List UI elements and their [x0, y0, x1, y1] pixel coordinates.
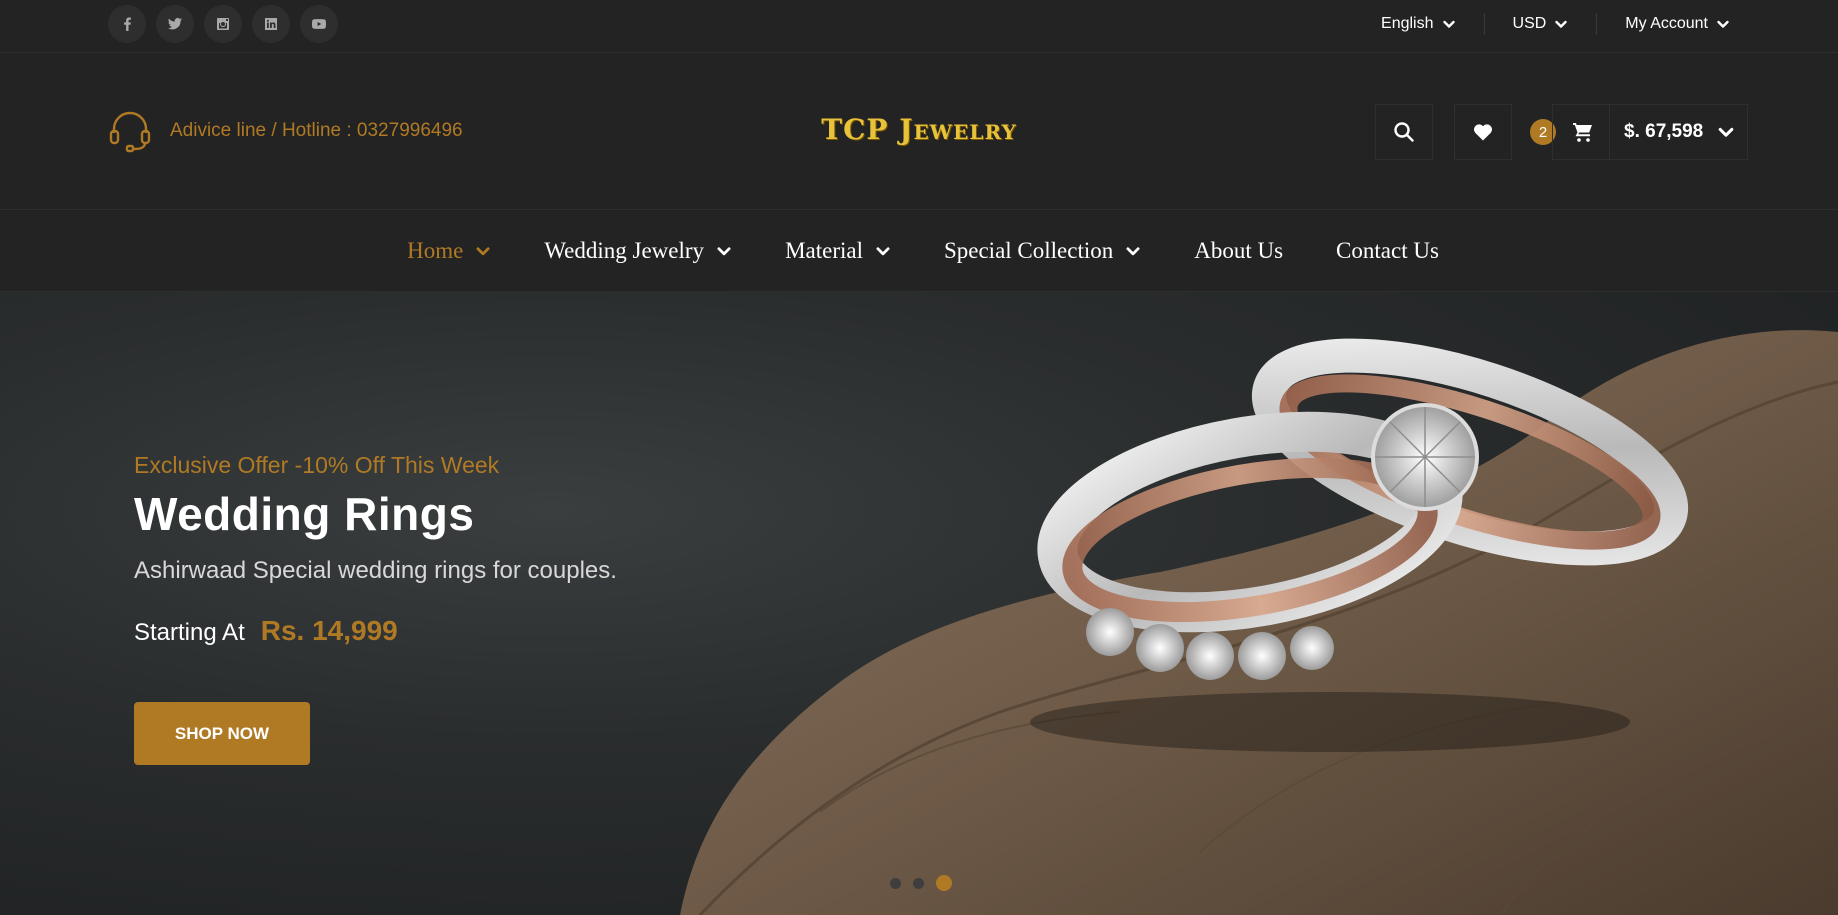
slider-dot[interactable] [913, 877, 924, 889]
nav-material[interactable]: Material [785, 238, 891, 264]
currency-label: USD [1512, 15, 1547, 32]
main-nav: Home Wedding Jewelry Material Special Co… [0, 210, 1838, 292]
currency-selector[interactable]: USD [1483, 13, 1597, 35]
slider-dot-active[interactable] [936, 875, 952, 891]
slider-dot[interactable] [890, 877, 901, 889]
hero-slider: Exclusive Offer -10% Off This Week Weddi… [0, 292, 1838, 915]
cart-button[interactable]: 2 $. 67,598 [1530, 104, 1749, 160]
hero-subtitle: Ashirwaad Special wedding rings for coup… [134, 557, 617, 584]
hero-title: Wedding Rings [134, 488, 475, 540]
language-label: English [1381, 15, 1434, 32]
hero-offer: Exclusive Offer -10% Off This Week [134, 452, 500, 478]
main-header: Adivice line / Hotline : 0327996496 TCP … [0, 53, 1838, 210]
chevron-down-icon [717, 246, 731, 255]
heart-icon [1473, 124, 1493, 141]
nav-contact-us[interactable]: Contact Us [1336, 238, 1439, 264]
nav-label: Home [407, 237, 464, 263]
nav-label: Material [785, 237, 863, 263]
chevron-down-icon [876, 246, 890, 255]
nav-label: Contact Us [1336, 237, 1439, 263]
cart-total: $. 67,598 [1624, 121, 1704, 142]
chevron-down-icon [1718, 127, 1734, 137]
top-bar: English USD My Account [0, 0, 1838, 53]
chevron-down-icon [476, 246, 490, 255]
twitter-icon[interactable] [156, 5, 194, 43]
language-selector[interactable]: English [1353, 13, 1483, 35]
instagram-icon[interactable] [204, 5, 242, 43]
top-right-menu: English USD My Account [1353, 0, 1730, 48]
hero-content: Exclusive Offer -10% Off This Week Weddi… [134, 452, 617, 765]
chevron-down-icon [1126, 246, 1140, 255]
nav-home[interactable]: Home [407, 238, 491, 264]
nav-label: Wedding Jewelry [544, 237, 705, 263]
cart-box: $. 67,598 [1552, 104, 1749, 160]
nav-special-collection[interactable]: Special Collection [944, 238, 1141, 264]
price-row: Starting At Rs. 14,999 [134, 615, 617, 647]
facebook-icon[interactable] [108, 5, 146, 43]
nav-label: Special Collection [943, 237, 1114, 263]
nav-about-us[interactable]: About Us [1194, 238, 1283, 264]
chevron-down-icon [1442, 20, 1455, 28]
youtube-icon[interactable] [300, 5, 338, 43]
search-button[interactable] [1375, 104, 1433, 160]
hero-price: Rs. 14,999 [260, 615, 398, 646]
account-label: My Account [1625, 15, 1708, 32]
social-links [108, 5, 338, 43]
account-menu[interactable]: My Account [1596, 13, 1730, 35]
wishlist-button[interactable] [1454, 104, 1512, 160]
chevron-down-icon [1717, 20, 1729, 28]
page: English USD My Account Adivice line / Ho… [0, 0, 1838, 915]
linkedin-icon[interactable] [252, 5, 290, 43]
cart-divider [1609, 105, 1610, 159]
cart-icon [1573, 123, 1592, 142]
slider-dots [890, 875, 952, 891]
starting-at-label: Starting At [134, 619, 245, 646]
nav-wedding-jewelry[interactable]: Wedding Jewelry [544, 238, 732, 264]
shop-now-button[interactable]: SHOP NOW [134, 702, 310, 765]
search-icon [1394, 122, 1414, 142]
nav-label: About Us [1194, 237, 1284, 263]
chevron-down-icon [1555, 20, 1567, 28]
